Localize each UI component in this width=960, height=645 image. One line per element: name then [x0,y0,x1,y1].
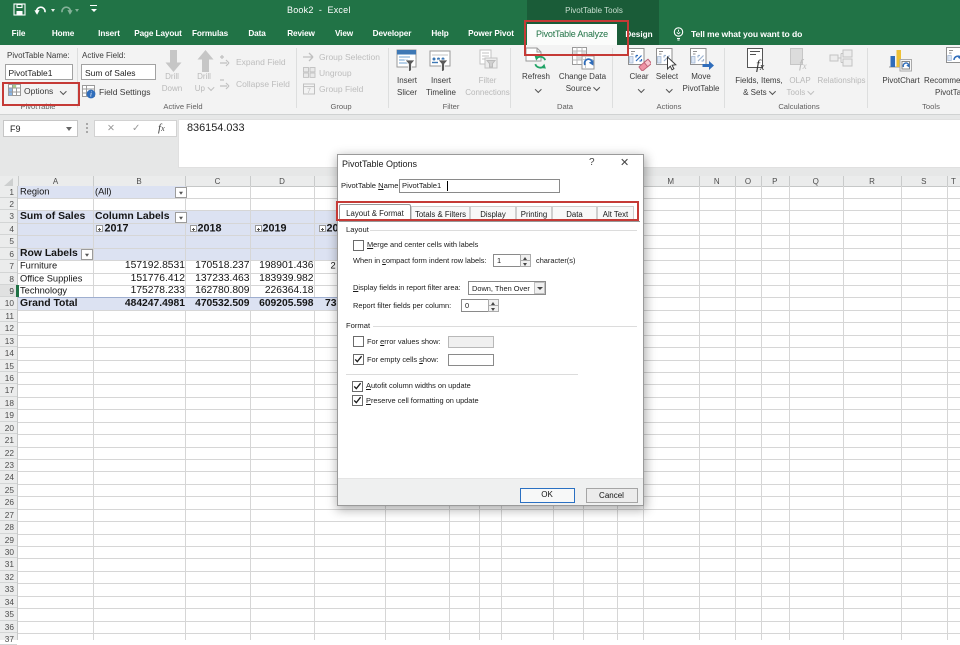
svg-text:7: 7 [307,88,311,95]
svg-text:i: i [90,91,92,99]
